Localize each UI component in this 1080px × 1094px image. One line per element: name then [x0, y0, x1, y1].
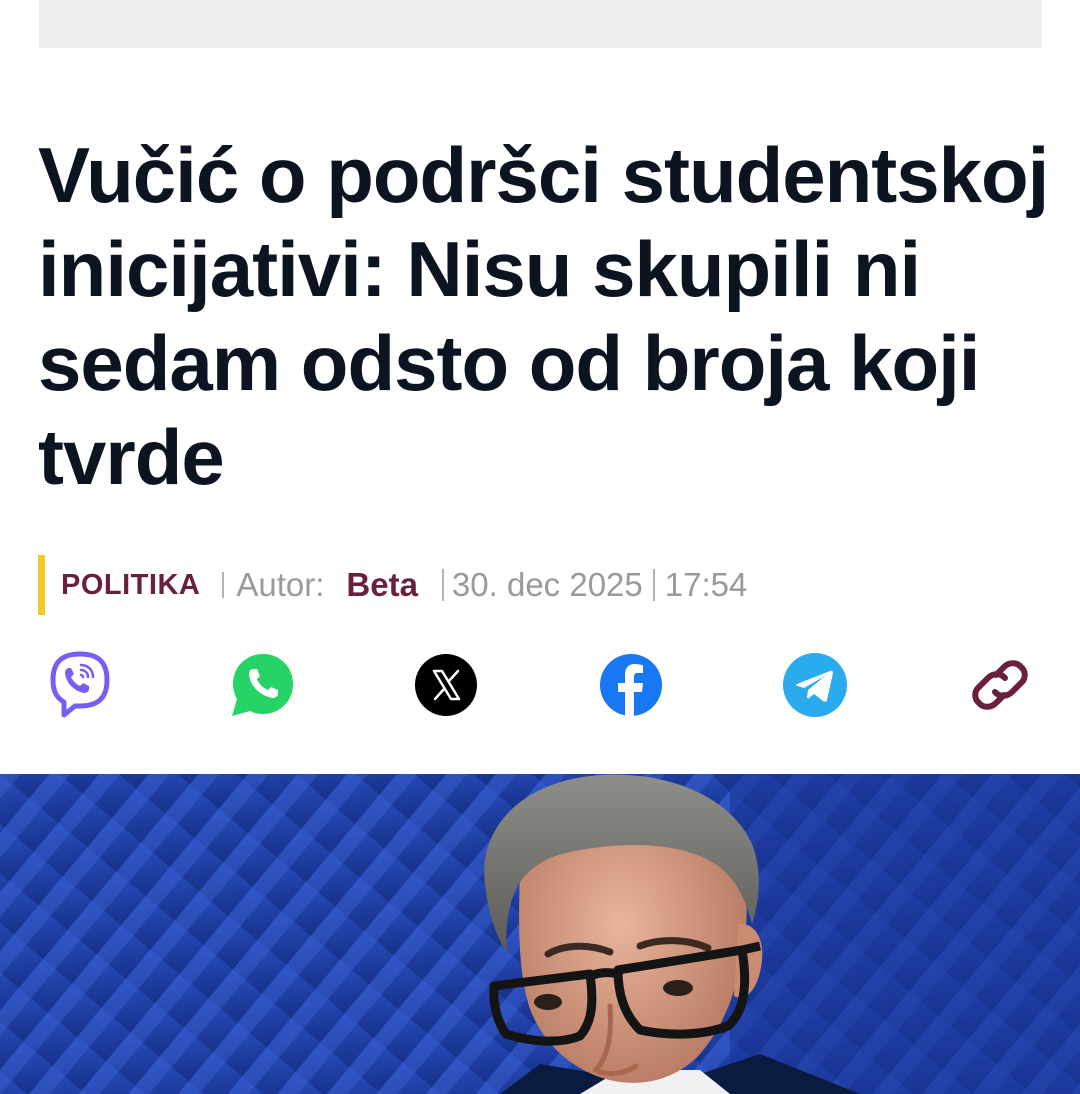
publish-date: 30. dec 2025 — [451, 566, 643, 603]
article-meta: POLITIKA Autor: Beta 30. dec 2025 17:54 — [38, 555, 747, 615]
whatsapp-icon — [232, 654, 293, 716]
publish-time: 17:54 — [664, 566, 748, 603]
meta-divider — [441, 569, 444, 601]
share-whatsapp-button[interactable] — [229, 650, 297, 720]
viber-icon — [50, 651, 110, 718]
share-bar — [0, 650, 1080, 722]
meta-divider — [222, 572, 225, 598]
author-label: Autor: — [236, 566, 325, 603]
facebook-icon — [600, 654, 662, 716]
article-headline: Vučić o podršci studentskoj inicijativi:… — [38, 131, 1049, 501]
share-facebook-button[interactable] — [597, 650, 665, 720]
hero-photo — [0, 774, 1080, 1094]
x-icon — [415, 654, 477, 716]
share-telegram-button[interactable] — [781, 650, 849, 720]
category-link[interactable]: POLITIKA — [61, 569, 200, 602]
category-accent-bar — [38, 555, 45, 615]
link-icon — [972, 660, 1028, 710]
meta-divider — [652, 569, 655, 601]
telegram-icon — [783, 653, 847, 717]
article-hero-image — [0, 774, 1080, 1094]
author-link[interactable]: Beta — [346, 566, 418, 604]
ad-placeholder — [39, 0, 1042, 48]
share-viber-button[interactable] — [46, 650, 114, 720]
share-x-button[interactable] — [412, 650, 480, 720]
copy-link-button[interactable] — [966, 650, 1034, 720]
